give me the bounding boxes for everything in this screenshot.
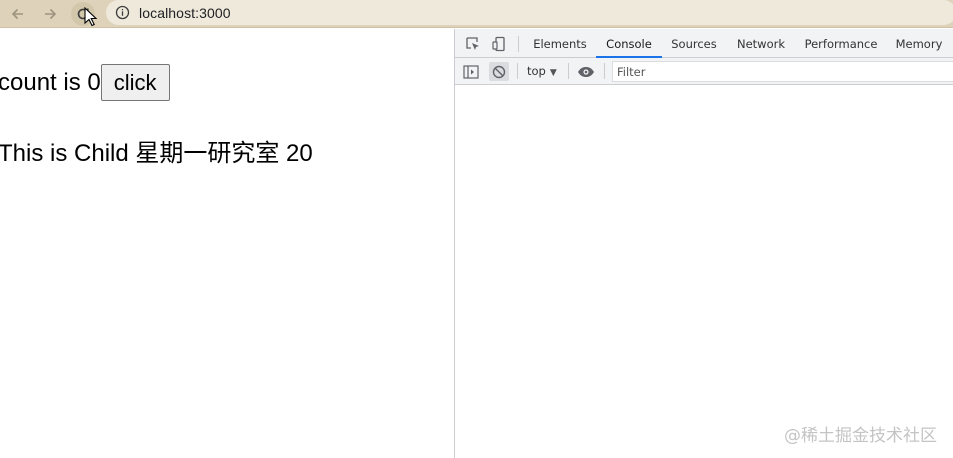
tab-network[interactable]: Network [729, 29, 793, 58]
devtools-panel: Elements Console Sources Network Perform… [454, 29, 953, 458]
info-icon[interactable] [115, 5, 130, 20]
clear-console-icon[interactable] [489, 62, 509, 81]
toolbar-divider [518, 36, 519, 52]
context-value: top [527, 64, 546, 78]
console-sidebar-icon[interactable] [461, 62, 481, 81]
devtools-tabbar: Elements Console Sources Network Perform… [455, 29, 953, 58]
toolbar-divider [604, 63, 605, 79]
url-text[interactable]: localhost:3000 [139, 5, 231, 21]
click-button[interactable]: click [100, 64, 170, 101]
tab-sources[interactable]: Sources [663, 29, 725, 58]
tab-performance[interactable]: Performance [800, 29, 882, 58]
arrow-left-icon [10, 6, 26, 22]
filter-input[interactable] [612, 61, 953, 82]
tab-console[interactable]: Console [596, 29, 662, 58]
arrow-right-icon [42, 6, 58, 22]
console-output[interactable] [455, 85, 953, 458]
back-button[interactable] [6, 2, 30, 26]
child-text: This is Child 星期一研究室 20 [0, 140, 313, 167]
address-bar[interactable]: localhost:3000 [106, 0, 953, 25]
device-toolbar-icon[interactable] [490, 35, 508, 53]
counter-row: count is 0 click [0, 64, 170, 101]
toolbar-divider [568, 63, 569, 79]
tab-memory[interactable]: Memory [889, 29, 949, 58]
inspect-element-icon[interactable] [464, 35, 482, 53]
caret-down-icon: ▼ [549, 68, 557, 78]
browser-toolbar: localhost:3000 [0, 0, 953, 28]
tab-elements[interactable]: Elements [527, 29, 593, 58]
page-viewport: count is 0 click This is Child 星期一研究室 20 [0, 29, 454, 458]
context-selector[interactable]: top ▼ [527, 64, 557, 78]
watermark: @稀土掘金技术社区 [784, 426, 937, 446]
toolbar-divider [517, 63, 518, 79]
live-expression-eye-icon[interactable] [576, 62, 596, 81]
count-text: count is 0 [0, 68, 101, 96]
console-toolbar: top ▼ [455, 58, 953, 85]
forward-button[interactable] [38, 2, 62, 26]
